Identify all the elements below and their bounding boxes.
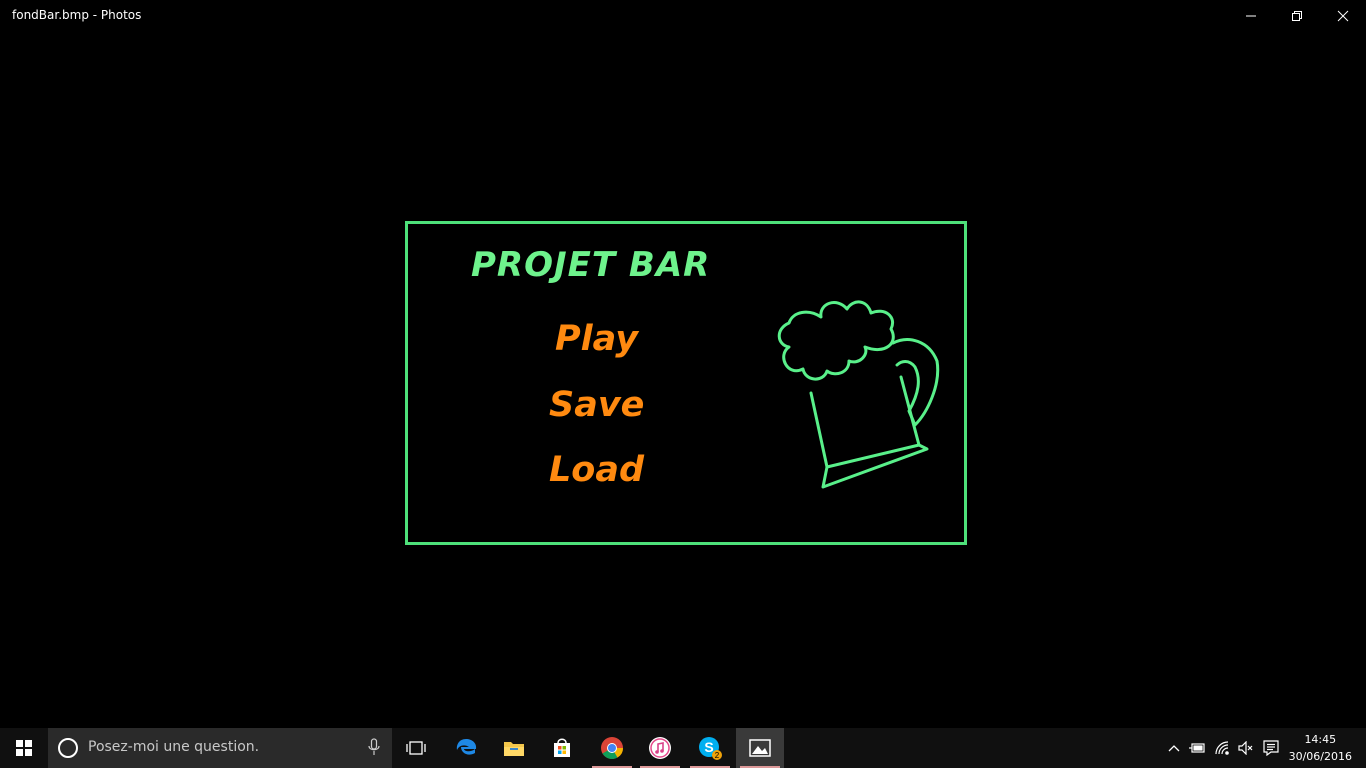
itunes-icon: [649, 737, 671, 759]
close-button[interactable]: [1320, 0, 1366, 32]
chevron-up-icon: [1168, 745, 1180, 752]
restore-button[interactable]: [1274, 0, 1320, 32]
minimize-button[interactable]: [1228, 0, 1274, 32]
chrome-icon: [601, 737, 623, 759]
windows-logo-icon: [16, 740, 32, 756]
image-label-load: Load: [549, 450, 645, 490]
cortana-icon: [58, 738, 78, 758]
skype-button[interactable]: S 2: [686, 728, 734, 768]
photos-button[interactable]: [736, 728, 784, 768]
microphone-icon[interactable]: [368, 738, 380, 756]
wifi-icon: [1215, 741, 1229, 755]
action-center-button[interactable]: [1260, 728, 1282, 768]
notification-icon: [1263, 740, 1279, 756]
show-hidden-icons-button[interactable]: [1164, 728, 1184, 768]
minimize-icon: [1246, 15, 1256, 17]
battery-button[interactable]: [1186, 728, 1208, 768]
clock-time: 14:45: [1304, 733, 1337, 746]
start-button[interactable]: [0, 728, 48, 768]
image-label-save: Save: [549, 385, 645, 425]
beer-mug-icon: [777, 300, 940, 489]
photos-icon: [749, 739, 771, 757]
clock-date: 30/06/2016: [1288, 750, 1352, 763]
search-placeholder: Posez-moi une question.: [88, 739, 260, 755]
volume-button[interactable]: [1236, 728, 1256, 768]
skype-badge-count: 2: [715, 751, 720, 760]
file-explorer-button[interactable]: [490, 728, 538, 768]
image-label-play: Play: [555, 319, 639, 359]
restore-icon: [1292, 11, 1302, 21]
title-bar: fondBar.bmp - Photos: [0, 0, 1366, 32]
task-view-icon: [406, 741, 426, 755]
store-icon: [554, 738, 570, 757]
task-view-button[interactable]: [392, 728, 440, 768]
taskbar: Posez-moi une question. S 2 14:45 30/06/…: [0, 728, 1366, 768]
chrome-button[interactable]: [588, 728, 636, 768]
svg-text:S: S: [704, 739, 713, 755]
wifi-button[interactable]: [1212, 728, 1234, 768]
file-explorer-icon: [504, 742, 524, 756]
battery-icon: [1189, 743, 1205, 753]
photo-image: PROJET BAR Play Save Load: [403, 219, 969, 547]
itunes-button[interactable]: [636, 728, 684, 768]
volume-muted-icon: [1238, 741, 1253, 755]
store-button[interactable]: [538, 728, 586, 768]
image-title: PROJET BAR: [471, 245, 711, 285]
skype-icon: S 2: [699, 737, 722, 760]
search-box[interactable]: Posez-moi une question.: [48, 728, 392, 768]
edge-button[interactable]: [442, 728, 490, 768]
close-icon: [1337, 10, 1349, 22]
edge-icon: [456, 739, 477, 755]
clock[interactable]: 14:45 30/06/2016: [1289, 731, 1352, 765]
window-title: fondBar.bmp - Photos: [12, 8, 142, 22]
